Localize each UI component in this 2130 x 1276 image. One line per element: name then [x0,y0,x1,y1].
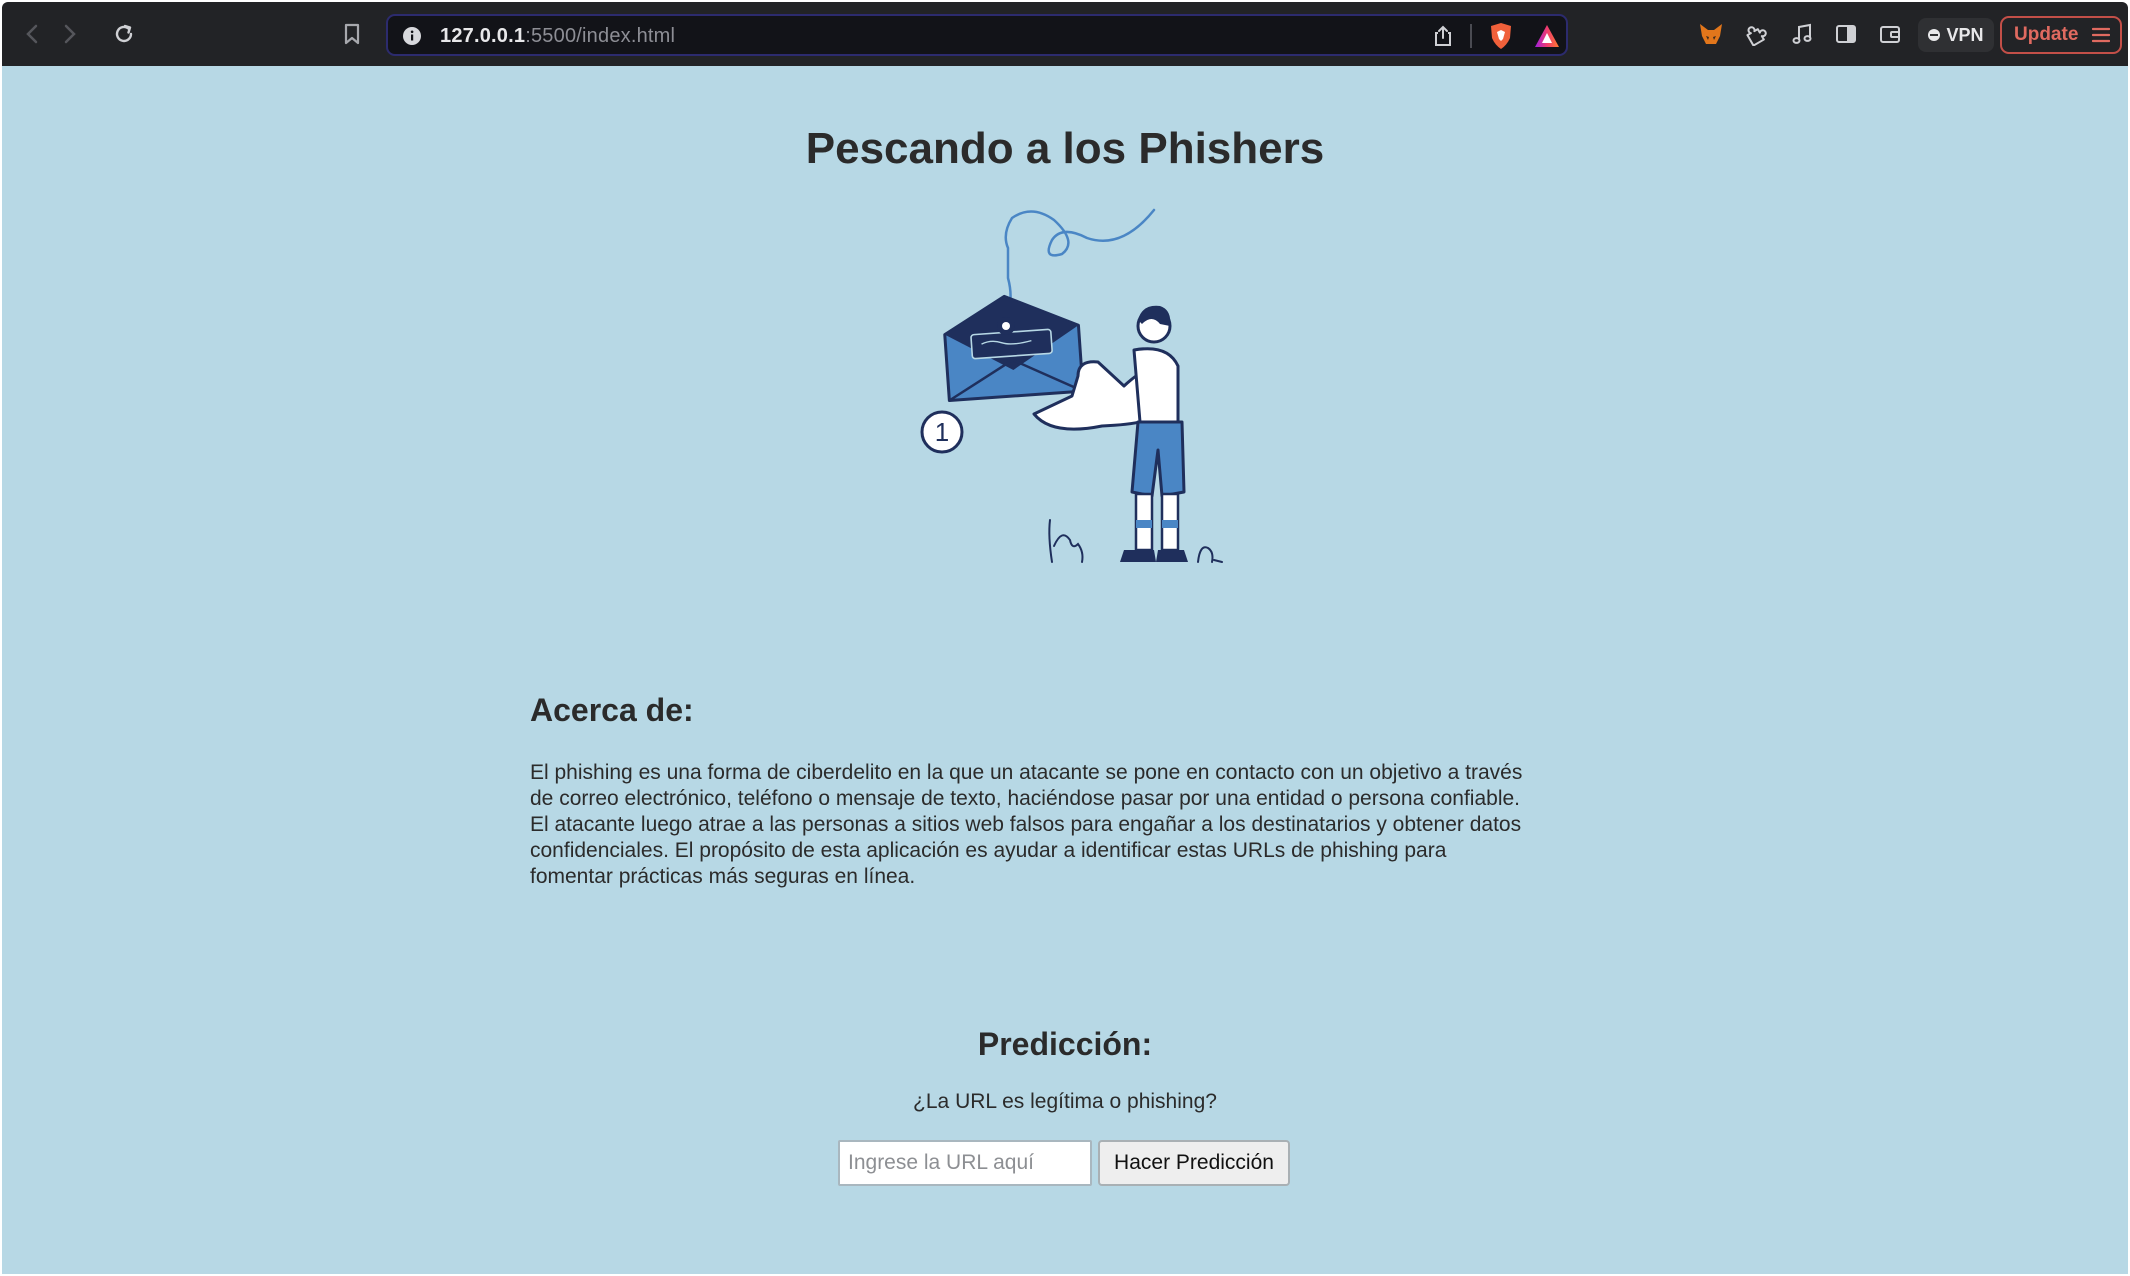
reload-icon [115,24,133,43]
url-text[interactable]: 127.0.0.1:5500/index.html [440,25,675,48]
forward-button[interactable] [54,18,86,50]
brave-shield-icon[interactable] [1488,22,1514,50]
back-button[interactable] [16,18,48,50]
about-line: fomentar prácticas más seguras en línea. [530,865,916,888]
bookmark-button[interactable] [336,18,368,50]
info-icon[interactable] [402,26,422,46]
update-label: Update [2014,24,2079,45]
vpn-button[interactable]: VPN [1918,18,1994,52]
url-host: 127.0.0.1 [440,25,526,47]
badge-number: 1 [935,417,949,447]
prediction-heading: Predicción: [977,1026,1153,1062]
wallet-icon[interactable] [1878,22,1902,46]
prediction-question: ¿La URL es legítima o phishing? [913,1090,1217,1113]
music-note-icon[interactable] [1790,22,1814,46]
about-line: El atacante luego atrae a las personas a… [530,813,1522,836]
about-line: El phishing es una forma de ciberdelito … [530,761,1523,784]
rewards-triangle-icon[interactable] [1534,24,1560,48]
about-line: confidenciales. El propósito de esta apl… [530,839,1447,862]
about-paragraph: El phishing es una forma de ciberdelito … [530,760,1610,890]
url-path: :5500/index.html [525,25,676,47]
fox-icon[interactable] [1698,22,1724,46]
address-bar[interactable]: 127.0.0.1:5500/index.html [386,14,1568,56]
vpn-label: VPN [1946,24,1984,45]
vpn-icon [1928,29,1941,41]
chevron-right-icon [64,24,76,44]
browser-toolbar: 127.0.0.1:5500/index.html VPN Update [2,2,2128,66]
chevron-left-icon [26,24,38,44]
about-heading: Acerca de: [530,692,694,728]
url-input[interactable] [838,1140,1092,1186]
share-icon[interactable] [1432,24,1454,48]
hamburger-icon [2092,27,2111,43]
update-button[interactable]: Update [2000,16,2122,54]
reload-button[interactable] [108,18,140,50]
phishing-illustration: 1 [920,208,1223,563]
about-line: de correo electrónico, teléfono o mensaj… [530,787,1520,810]
puzzle-icon[interactable] [1744,22,1768,46]
bookmark-icon [344,23,360,45]
page-title: Pescando a los Phishers [805,124,1325,173]
address-divider [1470,24,1472,48]
predict-button[interactable]: Hacer Predicción [1098,1140,1290,1186]
sidebar-icon[interactable] [1834,22,1858,46]
page-body: Pescando a los Phishers 1 Acerca de: El … [2,66,2128,1274]
